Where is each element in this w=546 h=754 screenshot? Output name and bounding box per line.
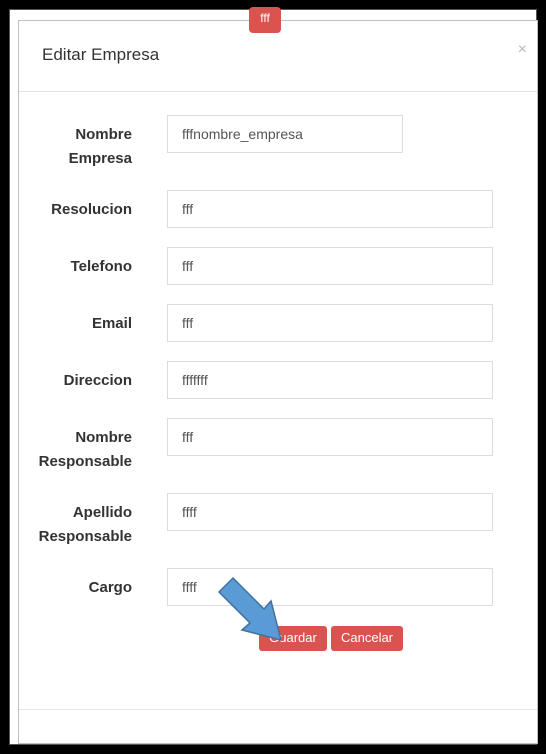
annotation-arrow-icon xyxy=(217,576,283,642)
